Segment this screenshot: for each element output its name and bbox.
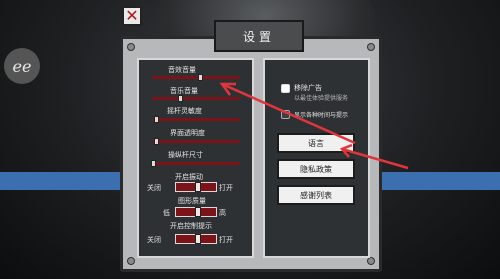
page-title: 设置 bbox=[214, 20, 304, 52]
privacy-policy-button[interactable]: 隐私政策 bbox=[277, 159, 355, 179]
toggle-off-label: 低 bbox=[163, 209, 170, 217]
slider-track-stick-sens[interactable] bbox=[152, 118, 240, 121]
slider-knob-music[interactable] bbox=[178, 95, 183, 102]
screw-icon bbox=[127, 257, 135, 265]
toggle-label-graphics: 图形质量 bbox=[178, 197, 206, 205]
slider-track-sfx[interactable] bbox=[152, 76, 240, 79]
toggle-knob[interactable] bbox=[195, 182, 201, 192]
credits-button[interactable]: 感谢列表 bbox=[277, 185, 355, 205]
screw-icon bbox=[127, 43, 135, 51]
remove-ads-checkbox[interactable] bbox=[281, 84, 290, 93]
toggle-knob[interactable] bbox=[195, 207, 201, 217]
slider-track-stick-size[interactable] bbox=[152, 162, 240, 165]
remove-ads-label: 移除广告 bbox=[294, 84, 322, 92]
toggle-knob[interactable] bbox=[195, 234, 201, 244]
screw-icon bbox=[367, 43, 375, 51]
toggle-label-vibration: 开启振动 bbox=[175, 173, 203, 181]
toggle-on-label: 打开 bbox=[219, 236, 233, 244]
slider-knob-stick-sens[interactable] bbox=[154, 116, 159, 123]
background-stripe-left bbox=[0, 172, 125, 190]
slider-track-music[interactable] bbox=[152, 97, 240, 100]
slider-label-stick-sens: 摇杆灵敏度 bbox=[167, 107, 202, 115]
close-icon: ✕ bbox=[125, 6, 139, 25]
toggle-off-label: 关闭 bbox=[147, 184, 161, 192]
slider-label-sfx: 音效音量 bbox=[168, 66, 196, 74]
toggle-label-hints: 开启控制提示 bbox=[170, 222, 212, 230]
screw-icon bbox=[367, 257, 375, 265]
show-tips-checkbox[interactable] bbox=[281, 110, 290, 119]
slider-knob-stick-size[interactable] bbox=[151, 160, 156, 167]
slider-knob-ui-opacity[interactable] bbox=[154, 138, 159, 145]
slider-label-music: 音乐音量 bbox=[170, 87, 198, 95]
slider-track-ui-opacity[interactable] bbox=[152, 140, 240, 143]
remove-ads-sublabel: 以最佳体验提供服务 bbox=[294, 95, 349, 102]
toggle-off-label: 关闭 bbox=[147, 236, 161, 244]
app-logo: ee bbox=[4, 48, 40, 84]
toggle-on-label: 打开 bbox=[219, 184, 233, 192]
slider-label-ui-opacity: 界面透明度 bbox=[170, 129, 205, 137]
language-button[interactable]: 语言 bbox=[277, 133, 355, 153]
toggle-on-label: 高 bbox=[219, 209, 226, 217]
close-button[interactable]: ✕ bbox=[122, 6, 142, 26]
show-tips-label: 显示各种时间与提示 bbox=[294, 112, 349, 119]
slider-label-stick-size: 操纵杆尺寸 bbox=[168, 151, 203, 159]
slider-knob-sfx[interactable] bbox=[198, 74, 203, 81]
background-stripe-right bbox=[380, 172, 500, 190]
